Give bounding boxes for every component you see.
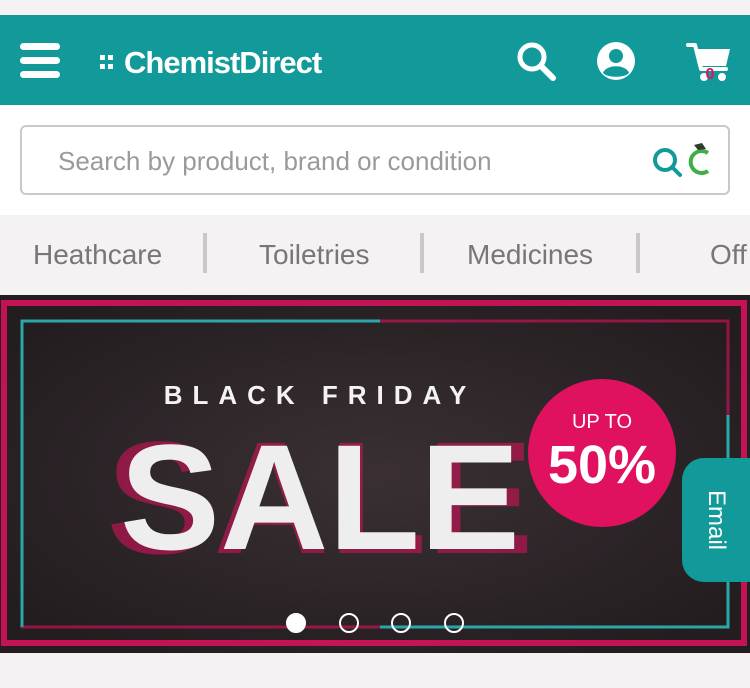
- badge-value: 50%: [548, 435, 656, 495]
- carousel-dot-2[interactable]: [339, 613, 359, 633]
- nav-item-medicines[interactable]: Medicines: [467, 235, 593, 275]
- page-bottom: [0, 653, 750, 688]
- carousel-dot-1[interactable]: [286, 613, 306, 633]
- menu-icon[interactable]: [20, 43, 60, 79]
- black-friday-sale-graphic: BLACK FRIDAY SALE SALE UP TO 50%: [0, 295, 750, 653]
- search-area: [0, 105, 750, 215]
- email-tab-label: Email: [703, 489, 730, 550]
- category-nav: Heathcare Toiletries Medicines Off: [0, 215, 750, 295]
- badge-label: UP TO: [572, 411, 632, 433]
- search-scan-icon[interactable]: [650, 143, 716, 179]
- brand-name: ChemistDirect: [124, 45, 322, 80]
- nav-divider: [420, 233, 424, 273]
- banner-headline: SALE: [120, 413, 520, 581]
- email-signup-tab[interactable]: Email: [682, 458, 750, 582]
- account-icon[interactable]: [594, 39, 638, 83]
- status-strip: [0, 0, 750, 15]
- carousel-dot-3[interactable]: [391, 613, 411, 633]
- nav-item-offers[interactable]: Off: [710, 235, 747, 275]
- cart-count-badge: 0: [705, 66, 715, 83]
- search-icon[interactable]: [514, 39, 558, 83]
- brand-logo[interactable]: ChemistDirect: [100, 45, 322, 81]
- search-input[interactable]: [56, 141, 620, 181]
- nav-item-heathcare[interactable]: Heathcare: [33, 235, 162, 275]
- logo-dots-icon: [100, 53, 120, 73]
- banner-eyebrow: BLACK FRIDAY: [164, 380, 477, 410]
- carousel-dot-4[interactable]: [444, 613, 464, 633]
- nav-item-toiletries[interactable]: Toiletries: [259, 235, 369, 275]
- promo-banner[interactable]: BLACK FRIDAY SALE SALE UP TO 50%: [0, 295, 750, 653]
- search-box: [20, 125, 730, 195]
- nav-divider: [636, 233, 640, 273]
- site-header: ChemistDirect 0: [0, 15, 750, 120]
- nav-divider: [203, 233, 207, 273]
